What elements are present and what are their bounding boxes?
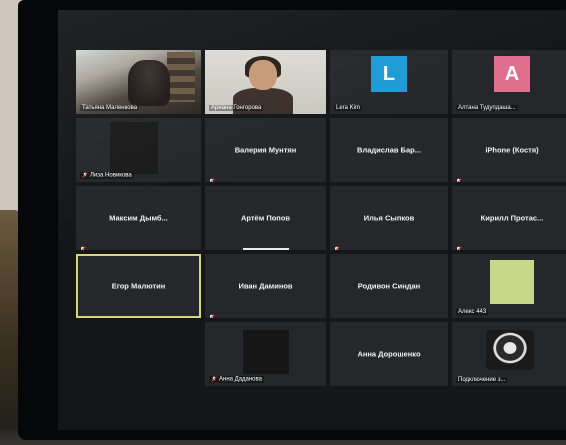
participant-video bbox=[243, 330, 289, 374]
participant-name: Алтана Тудупдаша... bbox=[456, 105, 518, 111]
participant-name: Lera Kim bbox=[334, 105, 363, 111]
participant-tile[interactable]: Егор Малютин bbox=[76, 254, 201, 318]
mic-muted-icon bbox=[333, 240, 340, 250]
participant-tile[interactable]: Валерия Мунтян bbox=[205, 118, 326, 182]
participant-tile[interactable]: Артём Попов bbox=[205, 186, 326, 250]
participant-name: Валерия Мунтян bbox=[234, 145, 297, 155]
participant-name: Иван Даминов bbox=[238, 281, 293, 291]
participant-name: Кирилл Протас... bbox=[480, 213, 544, 223]
participant-tile[interactable]: A Алтана Тудупдаша... bbox=[452, 50, 566, 114]
participant-name: Максим Дымб... bbox=[109, 213, 168, 223]
participant-name: Лиза Новикова bbox=[80, 172, 134, 179]
participant-name: Владислав Бар... bbox=[357, 145, 421, 155]
mic-muted-icon bbox=[455, 172, 462, 182]
participant-video bbox=[490, 260, 534, 304]
logo-icon bbox=[486, 330, 534, 370]
speaking-indicator bbox=[243, 248, 289, 250]
bookshelf bbox=[167, 52, 195, 102]
participant-tile[interactable]: Кирилл Протас... bbox=[452, 186, 566, 250]
participant-name: Анна Дорошенко bbox=[357, 349, 421, 359]
participant-tile[interactable]: Илья Сыпков bbox=[330, 186, 448, 250]
mic-muted-icon bbox=[208, 172, 215, 182]
participant-tile[interactable]: Максим Дымб... bbox=[76, 186, 201, 250]
participant-grid: Татьяна Маленкова Ариана Гонгорова L Lera K… bbox=[76, 50, 566, 386]
mic-muted-icon bbox=[455, 240, 462, 250]
participant-name: Егор Малютин bbox=[111, 281, 166, 291]
mic-muted-icon bbox=[82, 172, 88, 179]
participant-name: Ариана Гонгорова bbox=[209, 105, 264, 111]
participant-name: Алекс 443 bbox=[456, 309, 489, 315]
participant-tile[interactable]: L Lera Kim bbox=[330, 50, 448, 114]
participant-tile[interactable]: Родивон Синдан bbox=[330, 254, 448, 318]
participant-tile[interactable]: Ариана Гонгорова bbox=[205, 50, 326, 114]
participant-video bbox=[128, 60, 170, 106]
participant-tile[interactable]: Анна Даданова bbox=[205, 322, 326, 386]
participant-name: Артём Попов bbox=[240, 213, 291, 223]
participant-name: iPhone (Костя) bbox=[485, 145, 539, 155]
participant-tile[interactable]: Владислав Бар... bbox=[330, 118, 448, 182]
participant-tile bbox=[76, 322, 201, 386]
participant-tile[interactable]: Иван Даминов bbox=[205, 254, 326, 318]
avatar: A bbox=[494, 56, 530, 92]
participant-tile[interactable]: Лиза Новикова bbox=[76, 118, 201, 182]
mic-muted-icon bbox=[79, 240, 86, 250]
participant-name: Татьяна Маленкова bbox=[80, 105, 140, 111]
participant-tile[interactable]: iPhone (Костя) bbox=[452, 118, 566, 182]
participant-tile[interactable]: Анна Дорошенко bbox=[330, 322, 448, 386]
participant-name: Подключение з... bbox=[456, 377, 508, 383]
participant-name: Илья Сыпков bbox=[363, 213, 415, 223]
participant-name: Анна Даданова bbox=[209, 376, 264, 383]
participant-video-face bbox=[249, 60, 277, 90]
zoom-gallery-screen: Татьяна Маленкова Ариана Гонгорова L Lera K… bbox=[58, 10, 566, 430]
mic-muted-icon bbox=[211, 376, 217, 383]
avatar: L bbox=[371, 56, 407, 92]
participant-name: Родивон Синдан bbox=[357, 281, 421, 291]
participant-tile[interactable]: Алекс 443 bbox=[452, 254, 566, 318]
mic-muted-icon bbox=[208, 308, 215, 318]
participant-video bbox=[110, 122, 158, 174]
participant-tile[interactable]: Татьяна Маленкова bbox=[76, 50, 201, 114]
participant-tile[interactable]: Подключение з... bbox=[452, 322, 566, 386]
